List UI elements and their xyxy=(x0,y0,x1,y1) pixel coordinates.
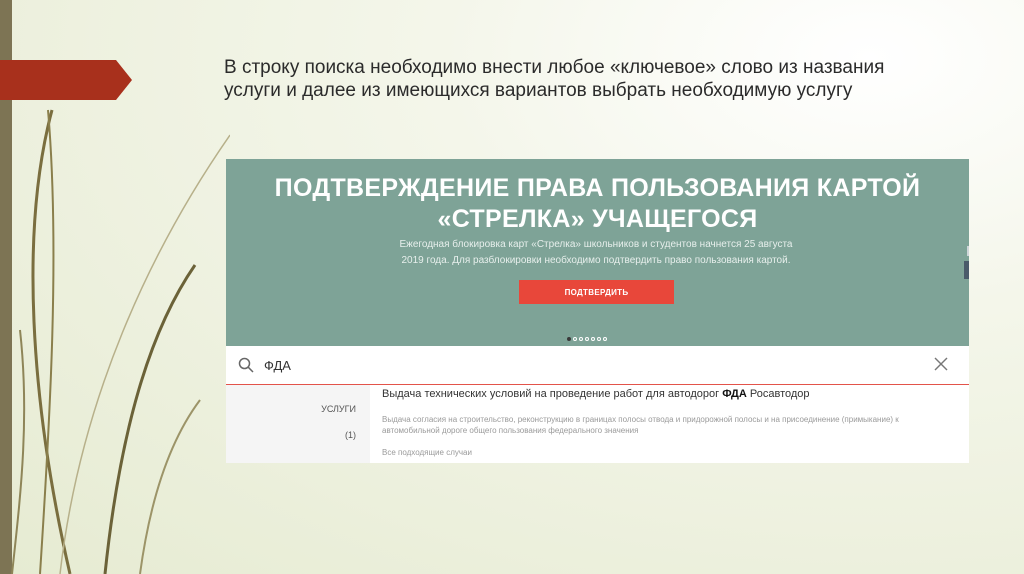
side-widget-tab[interactable] xyxy=(964,261,969,279)
confirm-button[interactable]: ПОДТВЕРДИТЬ xyxy=(519,280,674,304)
banner-subtitle-line1: Ежегодная блокировка карт «Стрелка» школ… xyxy=(399,239,793,250)
carousel-dot-3[interactable] xyxy=(579,337,583,341)
search-icon[interactable] xyxy=(238,357,254,373)
search-bar xyxy=(226,346,969,385)
carousel-dot-7[interactable] xyxy=(603,337,607,341)
results-category-column: УСЛУГИ (1) xyxy=(226,385,370,463)
search-input[interactable] xyxy=(264,354,904,376)
carousel-dots xyxy=(567,328,609,341)
result-item-description: Выдача согласия на строительство, реконс… xyxy=(382,415,899,435)
side-widget-handle xyxy=(967,246,969,256)
results-category-label[interactable]: УСЛУГИ (1) xyxy=(321,390,356,455)
banner-title-line2: «СТРЕЛКА» УЧАЩЕГОСЯ xyxy=(437,205,758,233)
carousel-dot-6[interactable] xyxy=(597,337,601,341)
carousel-dot-2[interactable] xyxy=(573,337,577,341)
banner-subtitle: Ежегодная блокировка карт «Стрелка» школ… xyxy=(346,237,846,269)
category-name: УСЛУГИ xyxy=(321,404,356,414)
category-count: (1) xyxy=(345,430,356,440)
website-screenshot: ПОДТВЕРЖДЕНИЕ ПРАВА ПОЛЬЗОВАНИЯ КАРТОЙ «… xyxy=(226,159,969,463)
carousel-dot-5[interactable] xyxy=(591,337,595,341)
slide-arrow-marker xyxy=(0,60,132,100)
banner-subtitle-line2: 2019 года. Для разблокировки необходимо … xyxy=(401,255,791,266)
result-title-highlight: ФДА xyxy=(722,388,747,400)
results-list: Выдача технических условий на проведение… xyxy=(370,385,969,463)
banner-title: ПОДТВЕРЖДЕНИЕ ПРАВА ПОЛЬЗОВАНИЯ КАРТОЙ «… xyxy=(226,173,969,235)
promo-banner: ПОДТВЕРЖДЕНИЕ ПРАВА ПОЛЬЗОВАНИЯ КАРТОЙ «… xyxy=(226,159,969,346)
all-matching-cases-link[interactable]: Все подходящие случаи xyxy=(382,448,472,457)
search-results: УСЛУГИ (1) Выдача технических условий на… xyxy=(226,385,969,463)
banner-title-line1: ПОДТВЕРЖДЕНИЕ ПРАВА ПОЛЬЗОВАНИЯ КАРТОЙ xyxy=(274,174,921,202)
carousel-dot-4[interactable] xyxy=(585,337,589,341)
result-item-title[interactable]: Выдача технических условий на проведение… xyxy=(382,388,810,400)
result-title-before: Выдача технических условий на проведение… xyxy=(382,388,723,400)
carousel-dot-1[interactable] xyxy=(567,337,571,341)
result-title-after: Росавтодор xyxy=(746,388,810,400)
slide-intro-text: В строку поиска необходимо внести любое … xyxy=(224,57,885,101)
close-icon[interactable] xyxy=(934,357,948,371)
